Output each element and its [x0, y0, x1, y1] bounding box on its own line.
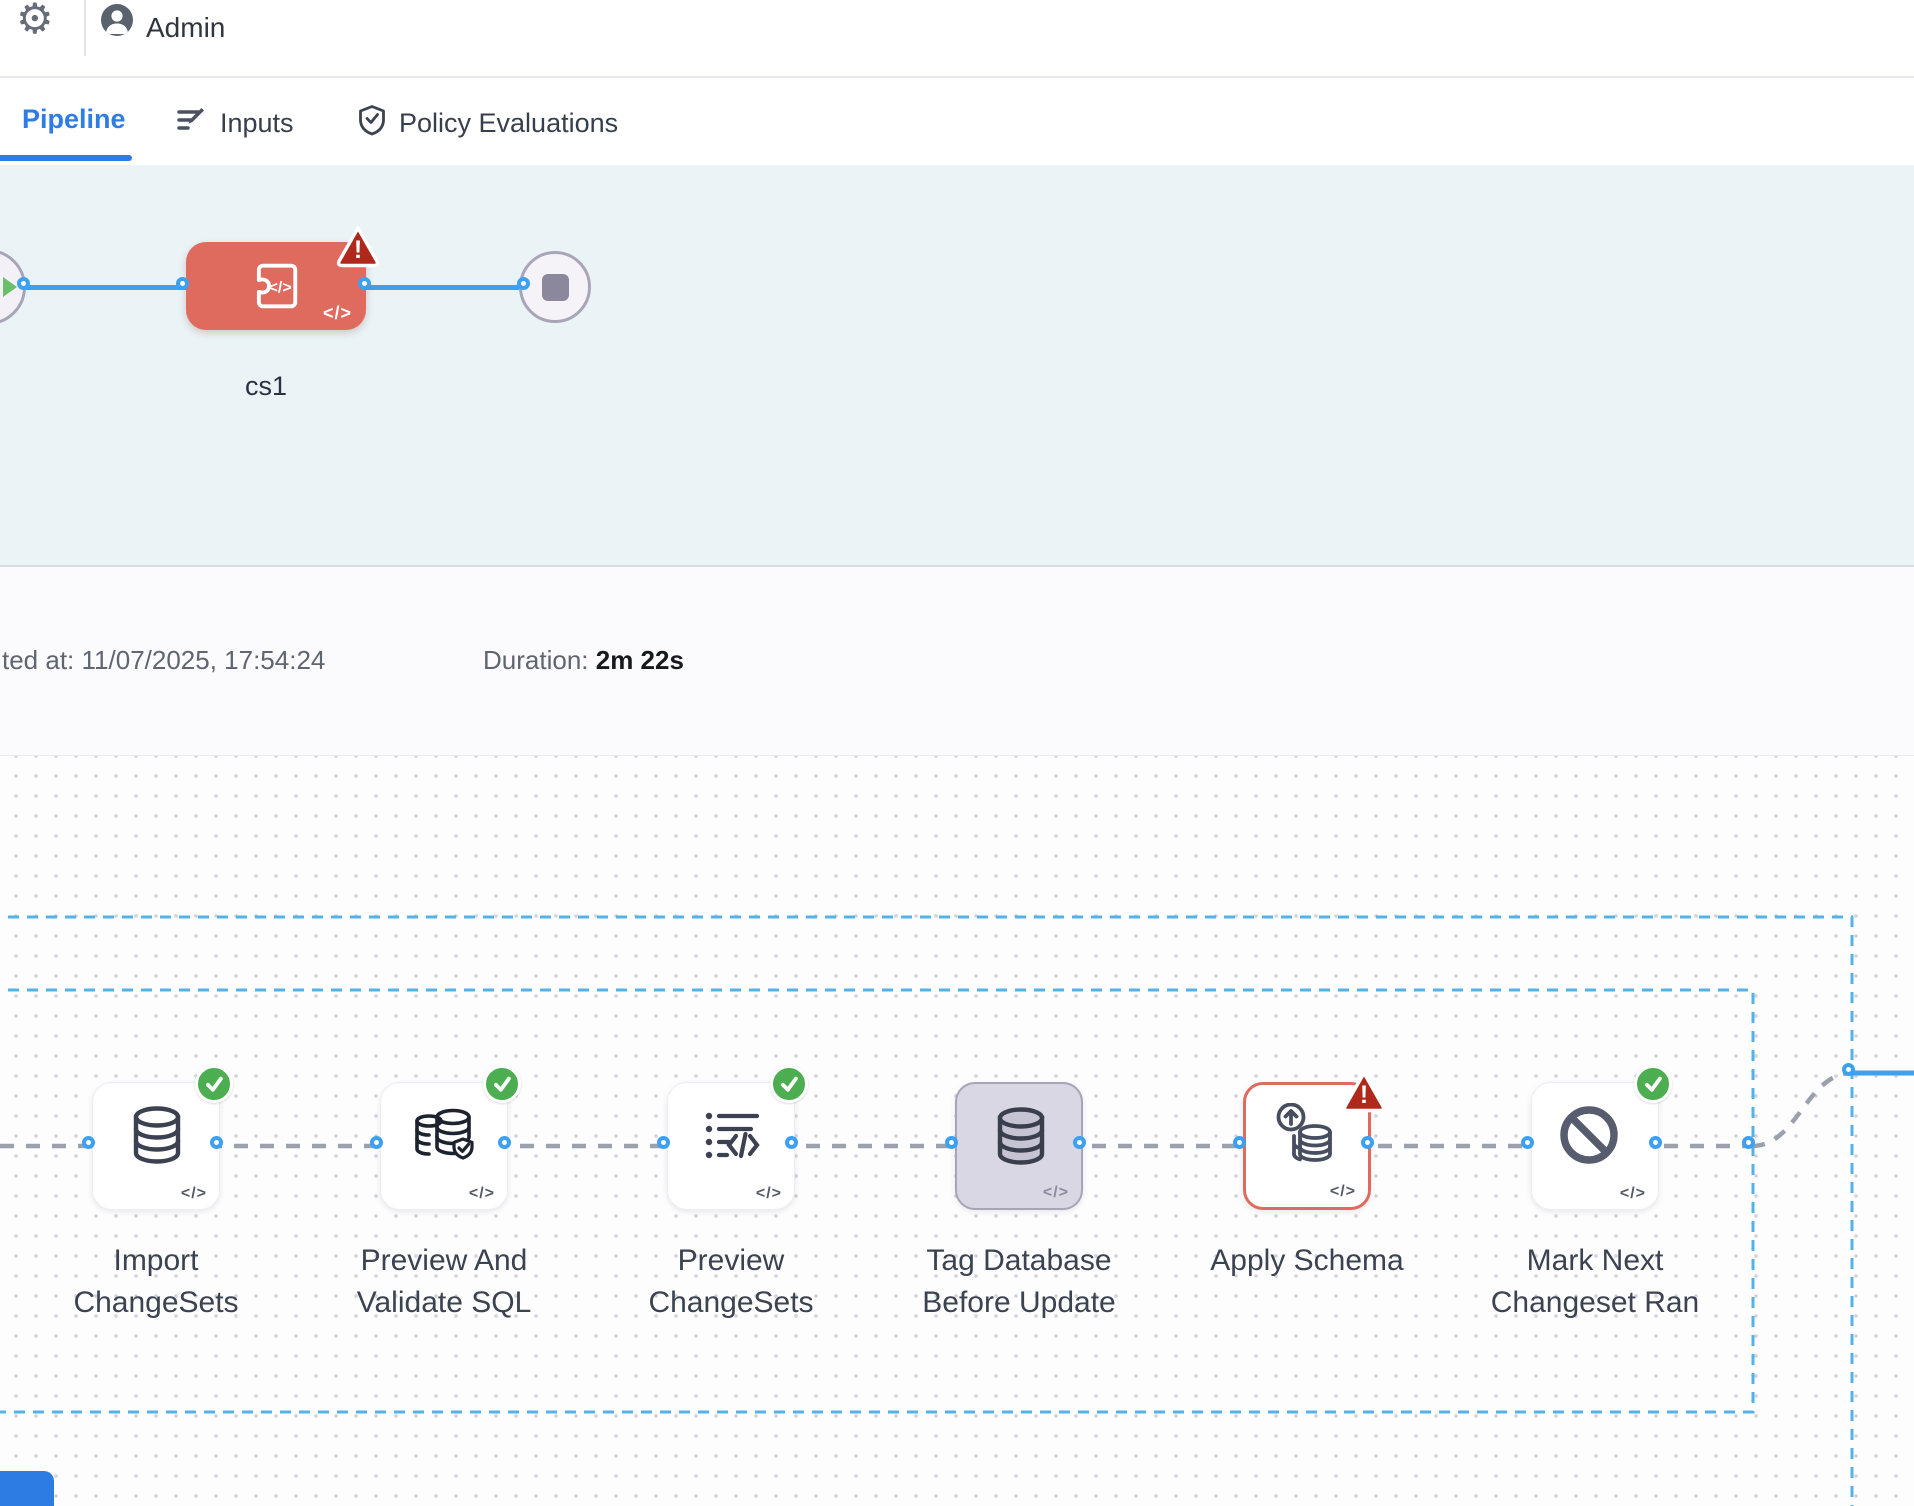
user-name[interactable]: Admin	[146, 12, 225, 44]
connector-point	[370, 1136, 383, 1149]
database-icon	[989, 1106, 1053, 1170]
user-avatar-icon[interactable]	[100, 3, 134, 42]
outer-dashed-box	[0, 917, 1852, 1506]
inputs-edit-icon	[176, 104, 208, 143]
play-icon	[3, 277, 17, 297]
stage-error-badge: !	[334, 224, 382, 273]
code-mark: </>	[181, 1185, 207, 1203]
success-badge-icon	[1634, 1065, 1672, 1103]
svg-text:!: !	[1360, 1081, 1368, 1109]
connector-point	[785, 1136, 798, 1149]
database-check-icon	[413, 1105, 477, 1169]
step-label: Apply Schema	[1147, 1240, 1467, 1282]
upload-database-icon	[1274, 1103, 1338, 1167]
step-card-import-changesets[interactable]: </>	[92, 1082, 220, 1210]
step-card-preview-validate-sql[interactable]: </>	[380, 1082, 508, 1210]
connector-point	[82, 1136, 95, 1149]
step-label: PreviewChangeSets	[571, 1240, 891, 1324]
tab-inputs[interactable]: Inputs	[176, 104, 294, 143]
stage-node-label: cs1	[156, 371, 376, 402]
active-tab-underline	[0, 155, 132, 161]
connector-point	[1233, 1136, 1246, 1149]
stage-node-cs1[interactable]: </> </> !	[186, 242, 366, 330]
code-mark: </>	[469, 1185, 495, 1203]
topbar-divider	[84, 0, 86, 56]
connector-point	[176, 277, 189, 290]
connector-point	[657, 1136, 670, 1149]
shield-check-icon	[357, 104, 387, 143]
code-mark: </>	[1620, 1185, 1646, 1203]
connector-point	[1521, 1136, 1534, 1149]
code-mark: </>	[1043, 1184, 1069, 1202]
connector-point	[1842, 1063, 1855, 1076]
connector-point	[210, 1136, 223, 1149]
connector-point	[1649, 1136, 1662, 1149]
tab-policy-evaluations[interactable]: Policy Evaluations	[357, 104, 618, 143]
database-icon	[125, 1105, 189, 1169]
connector-point	[517, 277, 530, 290]
svg-text:</>: </>	[269, 278, 292, 296]
step-label: ImportChangeSets	[0, 1240, 316, 1324]
stop-icon	[542, 274, 569, 301]
error-badge-icon: !	[1340, 1069, 1388, 1118]
success-badge-icon	[483, 1065, 521, 1103]
connector-point	[358, 277, 371, 290]
tab-bar: Pipeline Inputs Policy Evaluations	[0, 80, 1914, 165]
connector-point	[945, 1136, 958, 1149]
code-mark: </>	[1330, 1183, 1356, 1201]
step-label: Tag DatabaseBefore Update	[859, 1240, 1179, 1324]
step-label: Preview AndValidate SQL	[284, 1240, 604, 1324]
step-card-preview-changesets[interactable]: </>	[667, 1082, 795, 1210]
code-mark: </>	[323, 303, 352, 324]
pipeline-end-node[interactable]	[519, 251, 591, 323]
connector-point	[498, 1136, 511, 1149]
custom-stage-puzzle-icon: </>	[246, 256, 306, 316]
settings-gear-icon[interactable]: ⚙	[16, 0, 54, 43]
step-label: Mark NextChangeset Ran	[1435, 1240, 1755, 1324]
list-code-icon	[700, 1105, 764, 1169]
connector-point	[1742, 1136, 1755, 1149]
inner-dashed-box	[0, 990, 1753, 1412]
step-card-mark-next-changeset[interactable]: </>	[1531, 1082, 1659, 1210]
code-mark: </>	[756, 1185, 782, 1203]
execution-status-bar: ted at: 11/07/2025, 17:54:24 Duration: 2…	[0, 565, 1914, 756]
connector-point	[17, 277, 30, 290]
step-card-tag-database[interactable]: </>	[955, 1082, 1083, 1210]
started-at-text: ted at: 11/07/2025, 17:54:24	[2, 645, 325, 676]
success-badge-icon	[770, 1065, 808, 1103]
connector-point	[1361, 1136, 1374, 1149]
stage-graph-canvas[interactable]: </> </> ! cs1	[0, 165, 1914, 565]
duration-text: Duration: 2m 22s	[483, 645, 684, 676]
top-bar: ⚙ Admin	[0, 0, 1914, 78]
canvas-control-button-partial[interactable]	[0, 1471, 54, 1506]
ban-icon	[1557, 1103, 1621, 1167]
step-graph-canvas[interactable]: </> ImportChangeSets </> Preview AndVali	[0, 756, 1914, 1506]
success-badge-icon	[195, 1065, 233, 1103]
connector-point	[1073, 1136, 1086, 1149]
step-card-apply-schema[interactable]: </> !	[1243, 1082, 1371, 1210]
tab-pipeline[interactable]: Pipeline	[22, 104, 126, 135]
svg-text:!: !	[354, 236, 362, 264]
